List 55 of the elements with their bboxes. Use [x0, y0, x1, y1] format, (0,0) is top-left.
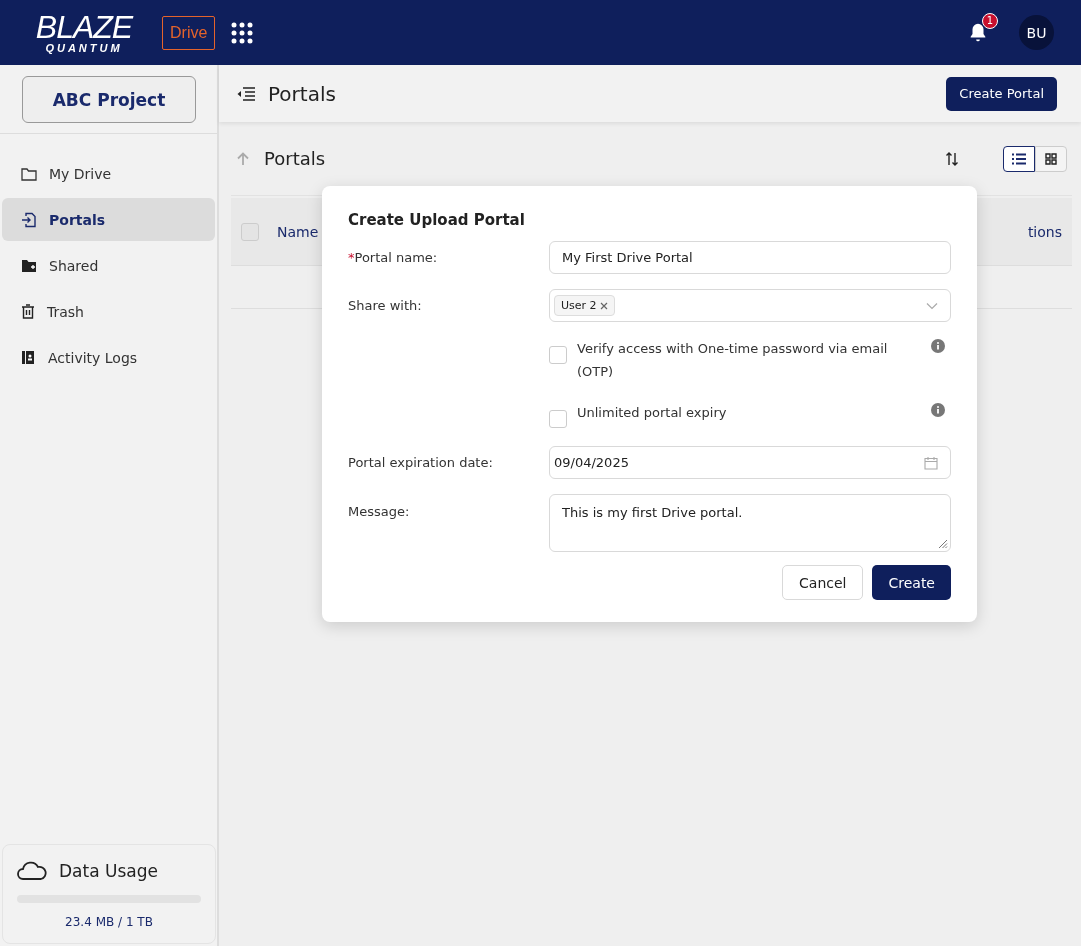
cancel-button[interactable]: Cancel [782, 565, 864, 600]
column-header: tions [1027, 223, 1062, 240]
chevron-down-icon [926, 301, 938, 310]
logo-text: BLAZE [35, 11, 133, 43]
resize-handle-icon[interactable] [936, 537, 948, 549]
folder-icon [21, 166, 37, 181]
logo-subtext: QUANTUM [45, 43, 123, 54]
user-tag[interactable]: User 2 [554, 295, 615, 316]
app-badge[interactable]: Drive [162, 15, 216, 50]
sidebar-item[interactable]: Activity Logs [2, 336, 215, 379]
shared-folder-icon [21, 258, 37, 273]
info-icon[interactable] [931, 339, 945, 353]
cloud-icon [17, 861, 47, 881]
calendar-icon[interactable] [924, 455, 938, 470]
data-usage-title: Data Usage [59, 861, 158, 881]
create-portal-button[interactable]: Create Portal [946, 76, 1057, 111]
field-label: Message: [348, 503, 411, 519]
select-all-checkbox[interactable] [241, 222, 259, 241]
sort-icon[interactable] [945, 151, 959, 166]
field-label: Portal expiration date: [348, 455, 494, 470]
checkbox[interactable] [549, 346, 567, 364]
grid-icon [1045, 152, 1057, 165]
apps-grid-icon[interactable] [231, 21, 254, 44]
info-icon[interactable] [931, 403, 945, 417]
collapse-menu-icon[interactable] [236, 85, 256, 102]
logbook-icon [21, 350, 36, 365]
checkbox[interactable] [549, 410, 567, 428]
create-button[interactable]: Create [872, 565, 951, 600]
date-field[interactable]: 09/04/2025 [549, 446, 951, 479]
grid-view-button[interactable] [1035, 145, 1067, 172]
checkbox-label: Unlimited portal expiry [577, 404, 728, 422]
message-field[interactable]: This is my first Drive portal. [549, 494, 951, 552]
checkbox-label: Verify access with One-time password via email (OTP) [577, 340, 889, 381]
column-header[interactable]: Name [277, 223, 319, 240]
sidebar-item[interactable]: Shared [2, 244, 215, 287]
field-label: Share with: [348, 298, 423, 313]
trash-icon [21, 304, 35, 319]
portal-name-field[interactable]: My First Drive Portal [549, 241, 951, 274]
page-title: Portals [268, 81, 336, 106]
folder-title: Portals [264, 148, 326, 169]
dialog-title: Create Upload Portal [348, 211, 526, 229]
sidebar-item[interactable]: Trash [2, 290, 215, 333]
field-label: *Portal name: [348, 250, 439, 265]
list-icon [1011, 152, 1027, 165]
share-with-select[interactable]: User 2 [549, 289, 951, 322]
sidebar-item[interactable]: My Drive [2, 152, 215, 195]
notification-count: 1 [982, 12, 998, 29]
remove-icon[interactable] [599, 301, 608, 310]
project-button[interactable]: ABC Project [22, 76, 196, 123]
sidebar-item[interactable]: Portals [2, 198, 215, 241]
file-import-icon [21, 211, 37, 228]
list-view-button[interactable] [1003, 145, 1035, 172]
user-avatar[interactable]: BU [1019, 15, 1054, 50]
logo[interactable]: BLAZE QUANTUM [22, 11, 146, 54]
usage-reading: 23.4 MB / 1 TB [64, 915, 154, 929]
